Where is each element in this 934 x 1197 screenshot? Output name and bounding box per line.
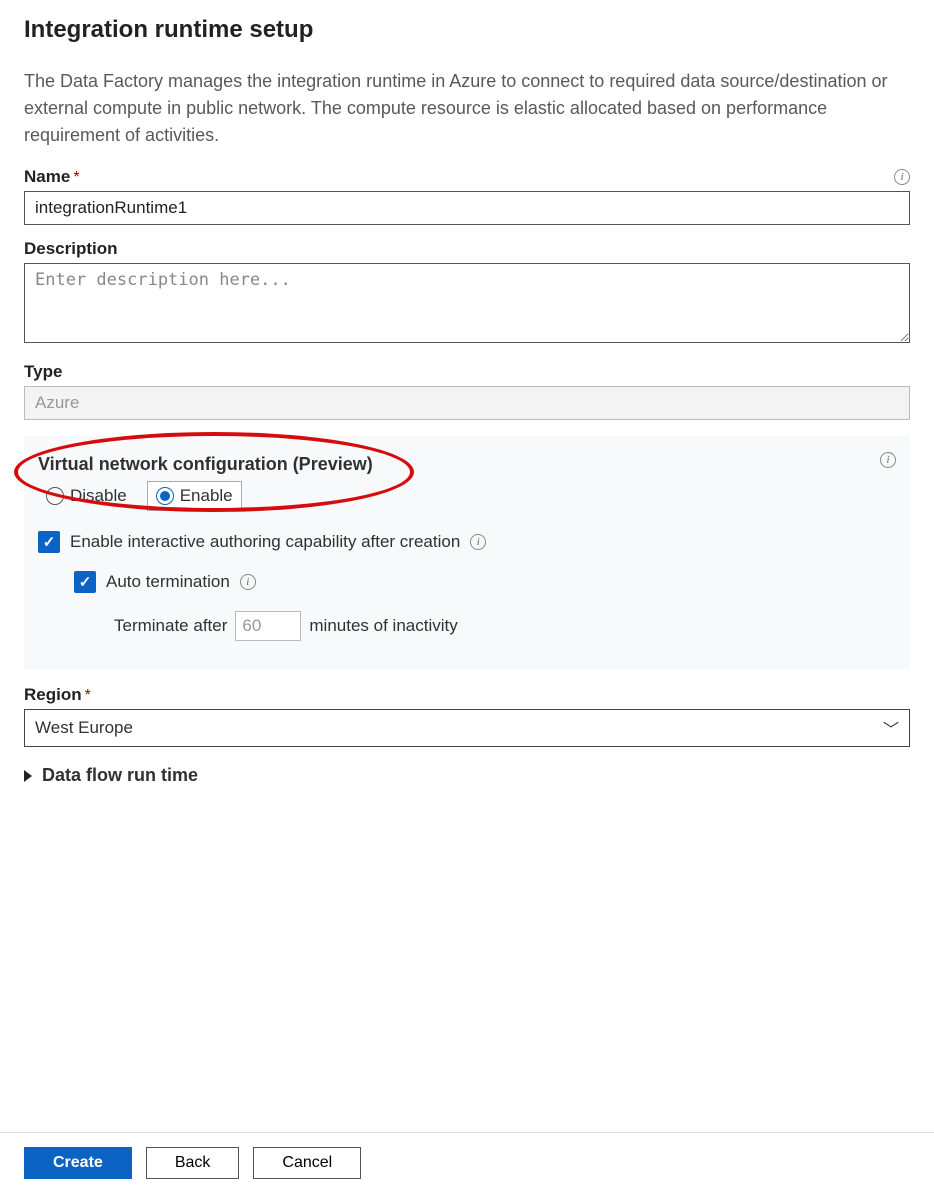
info-icon[interactable]: i xyxy=(894,169,910,185)
name-input[interactable] xyxy=(24,191,910,225)
create-button[interactable]: Create xyxy=(24,1147,132,1179)
interactive-auth-label: Enable interactive authoring capability … xyxy=(70,532,460,552)
checkbox-checked-icon: ✓ xyxy=(38,531,60,553)
required-asterisk: * xyxy=(73,169,79,186)
info-icon[interactable]: i xyxy=(240,574,256,590)
interactive-auth-checkbox-row[interactable]: ✓ Enable interactive authoring capabilit… xyxy=(38,531,896,553)
dataflow-runtime-toggle[interactable]: Data flow run time xyxy=(24,765,910,786)
terminate-after-input[interactable] xyxy=(235,611,301,641)
vnet-panel: i Virtual network configuration (Preview… xyxy=(24,436,910,669)
page-description: The Data Factory manages the integration… xyxy=(24,68,910,149)
auto-termination-checkbox-row[interactable]: ✓ Auto termination i xyxy=(74,571,896,593)
vnet-radio-group: Disable Enable xyxy=(38,481,896,511)
region-select[interactable]: West Europe ﹀ xyxy=(24,709,910,747)
page-title: Integration runtime setup xyxy=(24,16,910,44)
info-icon[interactable]: i xyxy=(880,452,896,468)
terminate-after-prefix: Terminate after xyxy=(114,616,227,636)
description-label: Description xyxy=(24,239,118,259)
vnet-heading: Virtual network configuration (Preview) xyxy=(38,454,896,475)
type-label: Type xyxy=(24,362,62,382)
vnet-enable-label: Enable xyxy=(180,486,233,506)
region-value: West Europe xyxy=(35,718,133,738)
triangle-right-icon xyxy=(24,770,32,782)
region-label: Region xyxy=(24,685,82,704)
radio-off-icon xyxy=(46,487,64,505)
vnet-enable-radio[interactable]: Enable xyxy=(147,481,242,511)
vnet-disable-label: Disable xyxy=(70,486,127,506)
dataflow-runtime-label: Data flow run time xyxy=(42,765,198,786)
description-input[interactable] xyxy=(24,263,910,343)
back-button[interactable]: Back xyxy=(146,1147,240,1179)
checkbox-checked-icon: ✓ xyxy=(74,571,96,593)
name-label: Name xyxy=(24,167,70,186)
terminate-after-row: Terminate after minutes of inactivity xyxy=(114,611,896,641)
type-input xyxy=(24,386,910,420)
footer-bar: Create Back Cancel xyxy=(0,1132,934,1197)
terminate-after-suffix: minutes of inactivity xyxy=(309,616,457,636)
required-asterisk: * xyxy=(85,687,91,704)
vnet-disable-radio[interactable]: Disable xyxy=(38,482,135,510)
cancel-button[interactable]: Cancel xyxy=(253,1147,361,1179)
auto-termination-label: Auto termination xyxy=(106,572,230,592)
info-icon[interactable]: i xyxy=(470,534,486,550)
chevron-down-icon: ﹀ xyxy=(883,716,899,740)
radio-on-icon xyxy=(156,487,174,505)
